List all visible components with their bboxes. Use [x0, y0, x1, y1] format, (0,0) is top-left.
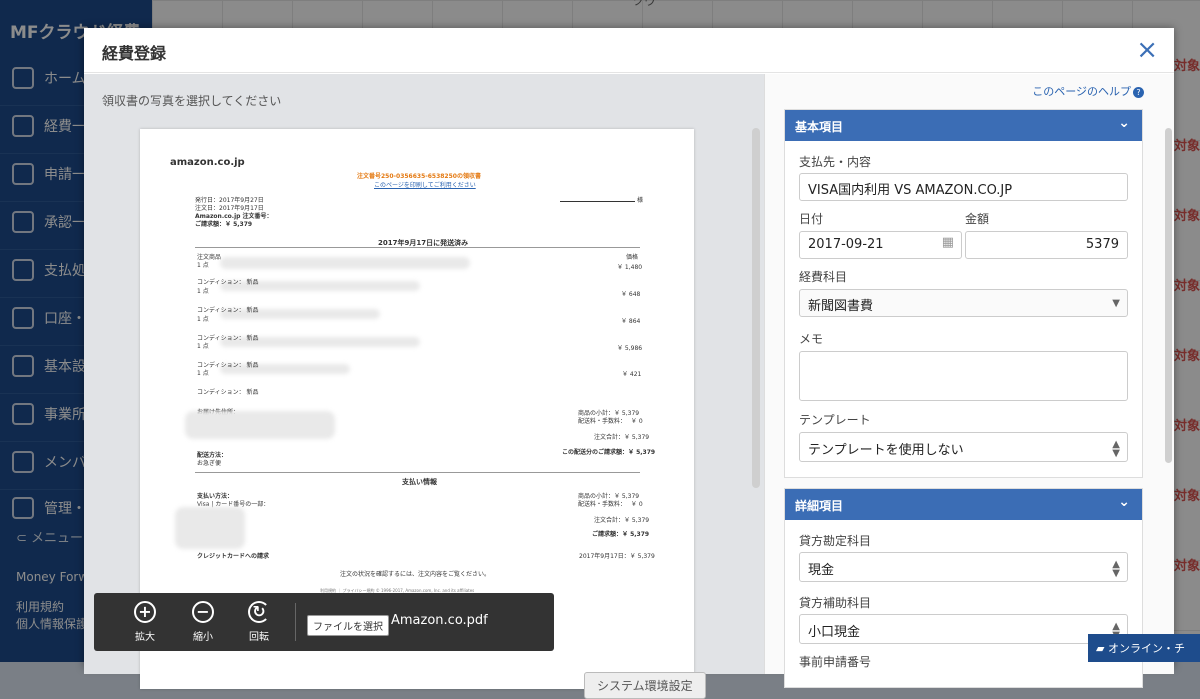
item-condition: コンディション： 新品 — [197, 307, 259, 314]
category-select[interactable]: 新聞図書費 ▼ — [799, 289, 1128, 317]
sub-account-label: 貸方補助科目 — [799, 596, 872, 610]
print-link[interactable]: このページを印刷してご利用ください — [374, 180, 476, 189]
select-arrows-icon: ▲▼ — [1112, 559, 1120, 579]
payee-label: 支払先・内容 — [799, 155, 872, 169]
credit-account-label: 貸方勘定科目 — [799, 534, 872, 548]
zoom-in-button[interactable]: + 拡大 — [122, 601, 168, 643]
memo-label: メモ — [799, 332, 824, 346]
minus-icon: − — [192, 601, 214, 623]
name-suffix: 様 — [637, 197, 644, 204]
col-price: 価格 — [626, 254, 639, 261]
help-link[interactable]: このページのヘルプ? — [1032, 83, 1144, 99]
toolbar-divider — [295, 603, 296, 641]
redaction — [185, 411, 335, 439]
delivery-billed: この配送分のご請求額：￥ 5,379 — [562, 449, 656, 456]
file-name: Amazon.co.pdf — [391, 613, 488, 628]
receipt-caption: 領収書の写真を選択してください — [102, 94, 282, 108]
file-select-button[interactable]: ファイルを選択 — [307, 615, 389, 636]
ship-method-value: お急ぎ便 — [197, 460, 222, 467]
item-qty: 1 点 — [197, 316, 209, 323]
item-qty: 1 点 — [197, 288, 209, 295]
dropdown-arrow-icon: ▼ — [1112, 298, 1120, 309]
plus-icon: + — [134, 601, 156, 623]
receipt-viewer: 領収書の写真を選択してください amazon.co.jp 注文番号250-035… — [84, 74, 764, 699]
chevron-down-icon[interactable]: ⌄ — [1118, 115, 1130, 131]
viewer-scrollbar[interactable] — [752, 128, 760, 488]
rotate-icon: ↻ — [248, 601, 270, 623]
pay-shipping: 配送料・手数料： ￥ 0 — [578, 501, 643, 508]
amazon-logo: amazon.co.jp — [170, 157, 245, 168]
divider — [195, 247, 640, 248]
footer-note: 注文の状況を確認するには、注文内容をご覧ください。 — [340, 571, 491, 578]
redaction — [220, 257, 470, 269]
template-label: テンプレート — [799, 413, 871, 427]
online-chat-button[interactable]: ▰ オンライン・チ — [1088, 634, 1200, 662]
modal-header: 経費登録 × — [84, 28, 1174, 73]
chevron-down-icon[interactable]: ⌄ — [1118, 494, 1130, 510]
item-price: ￥ 1,480 — [617, 264, 643, 271]
order-total: 注文合計：￥ 5,379 — [594, 434, 650, 441]
item-price: ￥ 5,986 — [617, 345, 643, 352]
credit-account-select[interactable]: 現金 ▲ ▼ — [799, 552, 1128, 582]
date-input[interactable]: 2017-09-21 ▦ — [799, 231, 962, 259]
shipping-fee: 配送料・手数料： ￥ 0 — [578, 418, 643, 425]
template-select[interactable]: テンプレートを使用しない ▲ ▼ — [799, 432, 1128, 462]
viewer-toolbar: + 拡大 − 縮小 ↻ 回転 ファイルを選択 Amazon.co.pdf — [94, 593, 554, 651]
item-qty: 1 点 — [197, 343, 209, 350]
basic-section-header[interactable]: 基本項目 ⌄ — [785, 110, 1142, 141]
form-scrollbar[interactable] — [1165, 128, 1172, 463]
order-title: 注文番号250-0356635-6538250の領収書 — [357, 173, 481, 180]
modal-title: 経費登録 — [102, 44, 167, 63]
memo-textarea[interactable] — [799, 351, 1128, 401]
pay-order-total: 注文合計：￥ 5,379 — [594, 517, 650, 524]
credit-card-label: クレジットカードへの請求 — [197, 553, 270, 560]
redaction — [175, 507, 245, 549]
item-condition: コンディション： 新品 — [197, 279, 259, 286]
name-line — [560, 201, 635, 202]
expense-form: このページのヘルプ? 基本項目 ⌄ 支払先・内容 VISA国内利用 VS AMA… — [764, 74, 1174, 688]
payment-info-title: 支払い情報 — [402, 478, 437, 486]
calendar-icon[interactable]: ▦ — [942, 236, 954, 249]
payee-input[interactable]: VISA国内利用 VS AMAZON.CO.JP — [799, 173, 1128, 201]
amount-label: 金額 — [965, 212, 990, 226]
sub-account-select[interactable]: 小口現金 ▲▼ — [799, 614, 1128, 644]
close-icon[interactable]: × — [1136, 37, 1158, 63]
item-qty: 1 点 — [197, 370, 209, 377]
detail-section-header[interactable]: 詳細項目 ⌄ — [785, 489, 1142, 520]
item-price: ￥ 864 — [621, 318, 641, 325]
item-price: ￥ 648 — [621, 291, 641, 298]
system-preferences-tooltip: システム環境設定 — [584, 672, 706, 699]
select-arrows-icon: ▲▼ — [1112, 439, 1120, 459]
divider — [195, 472, 640, 473]
category-label: 経費科目 — [799, 270, 848, 284]
question-icon: ? — [1133, 87, 1144, 98]
pay-billed: ご請求額：￥ 5,379 — [592, 531, 650, 538]
rotate-button[interactable]: ↻ 回転 — [236, 601, 282, 643]
credit-date: 2017年9月17日：￥ 5,379 — [579, 553, 655, 560]
date-label: 日付 — [799, 212, 824, 226]
expense-registration-modal: 経費登録 × 領収書の写真を選択してください amazon.co.jp 注文番号… — [84, 28, 1174, 699]
item-condition: コンディション： 新品 — [197, 389, 259, 396]
item-qty: 1 点 — [197, 262, 209, 269]
item-price: ￥ 421 — [622, 371, 642, 378]
amount-input[interactable]: 5379 — [965, 231, 1128, 259]
billed-total: ご請求額：￥ 5,379 — [195, 221, 253, 228]
basic-section: 基本項目 ⌄ 支払先・内容 VISA国内利用 VS AMAZON.CO.JP 日… — [784, 109, 1143, 478]
zoom-out-button[interactable]: − 縮小 — [180, 601, 226, 643]
